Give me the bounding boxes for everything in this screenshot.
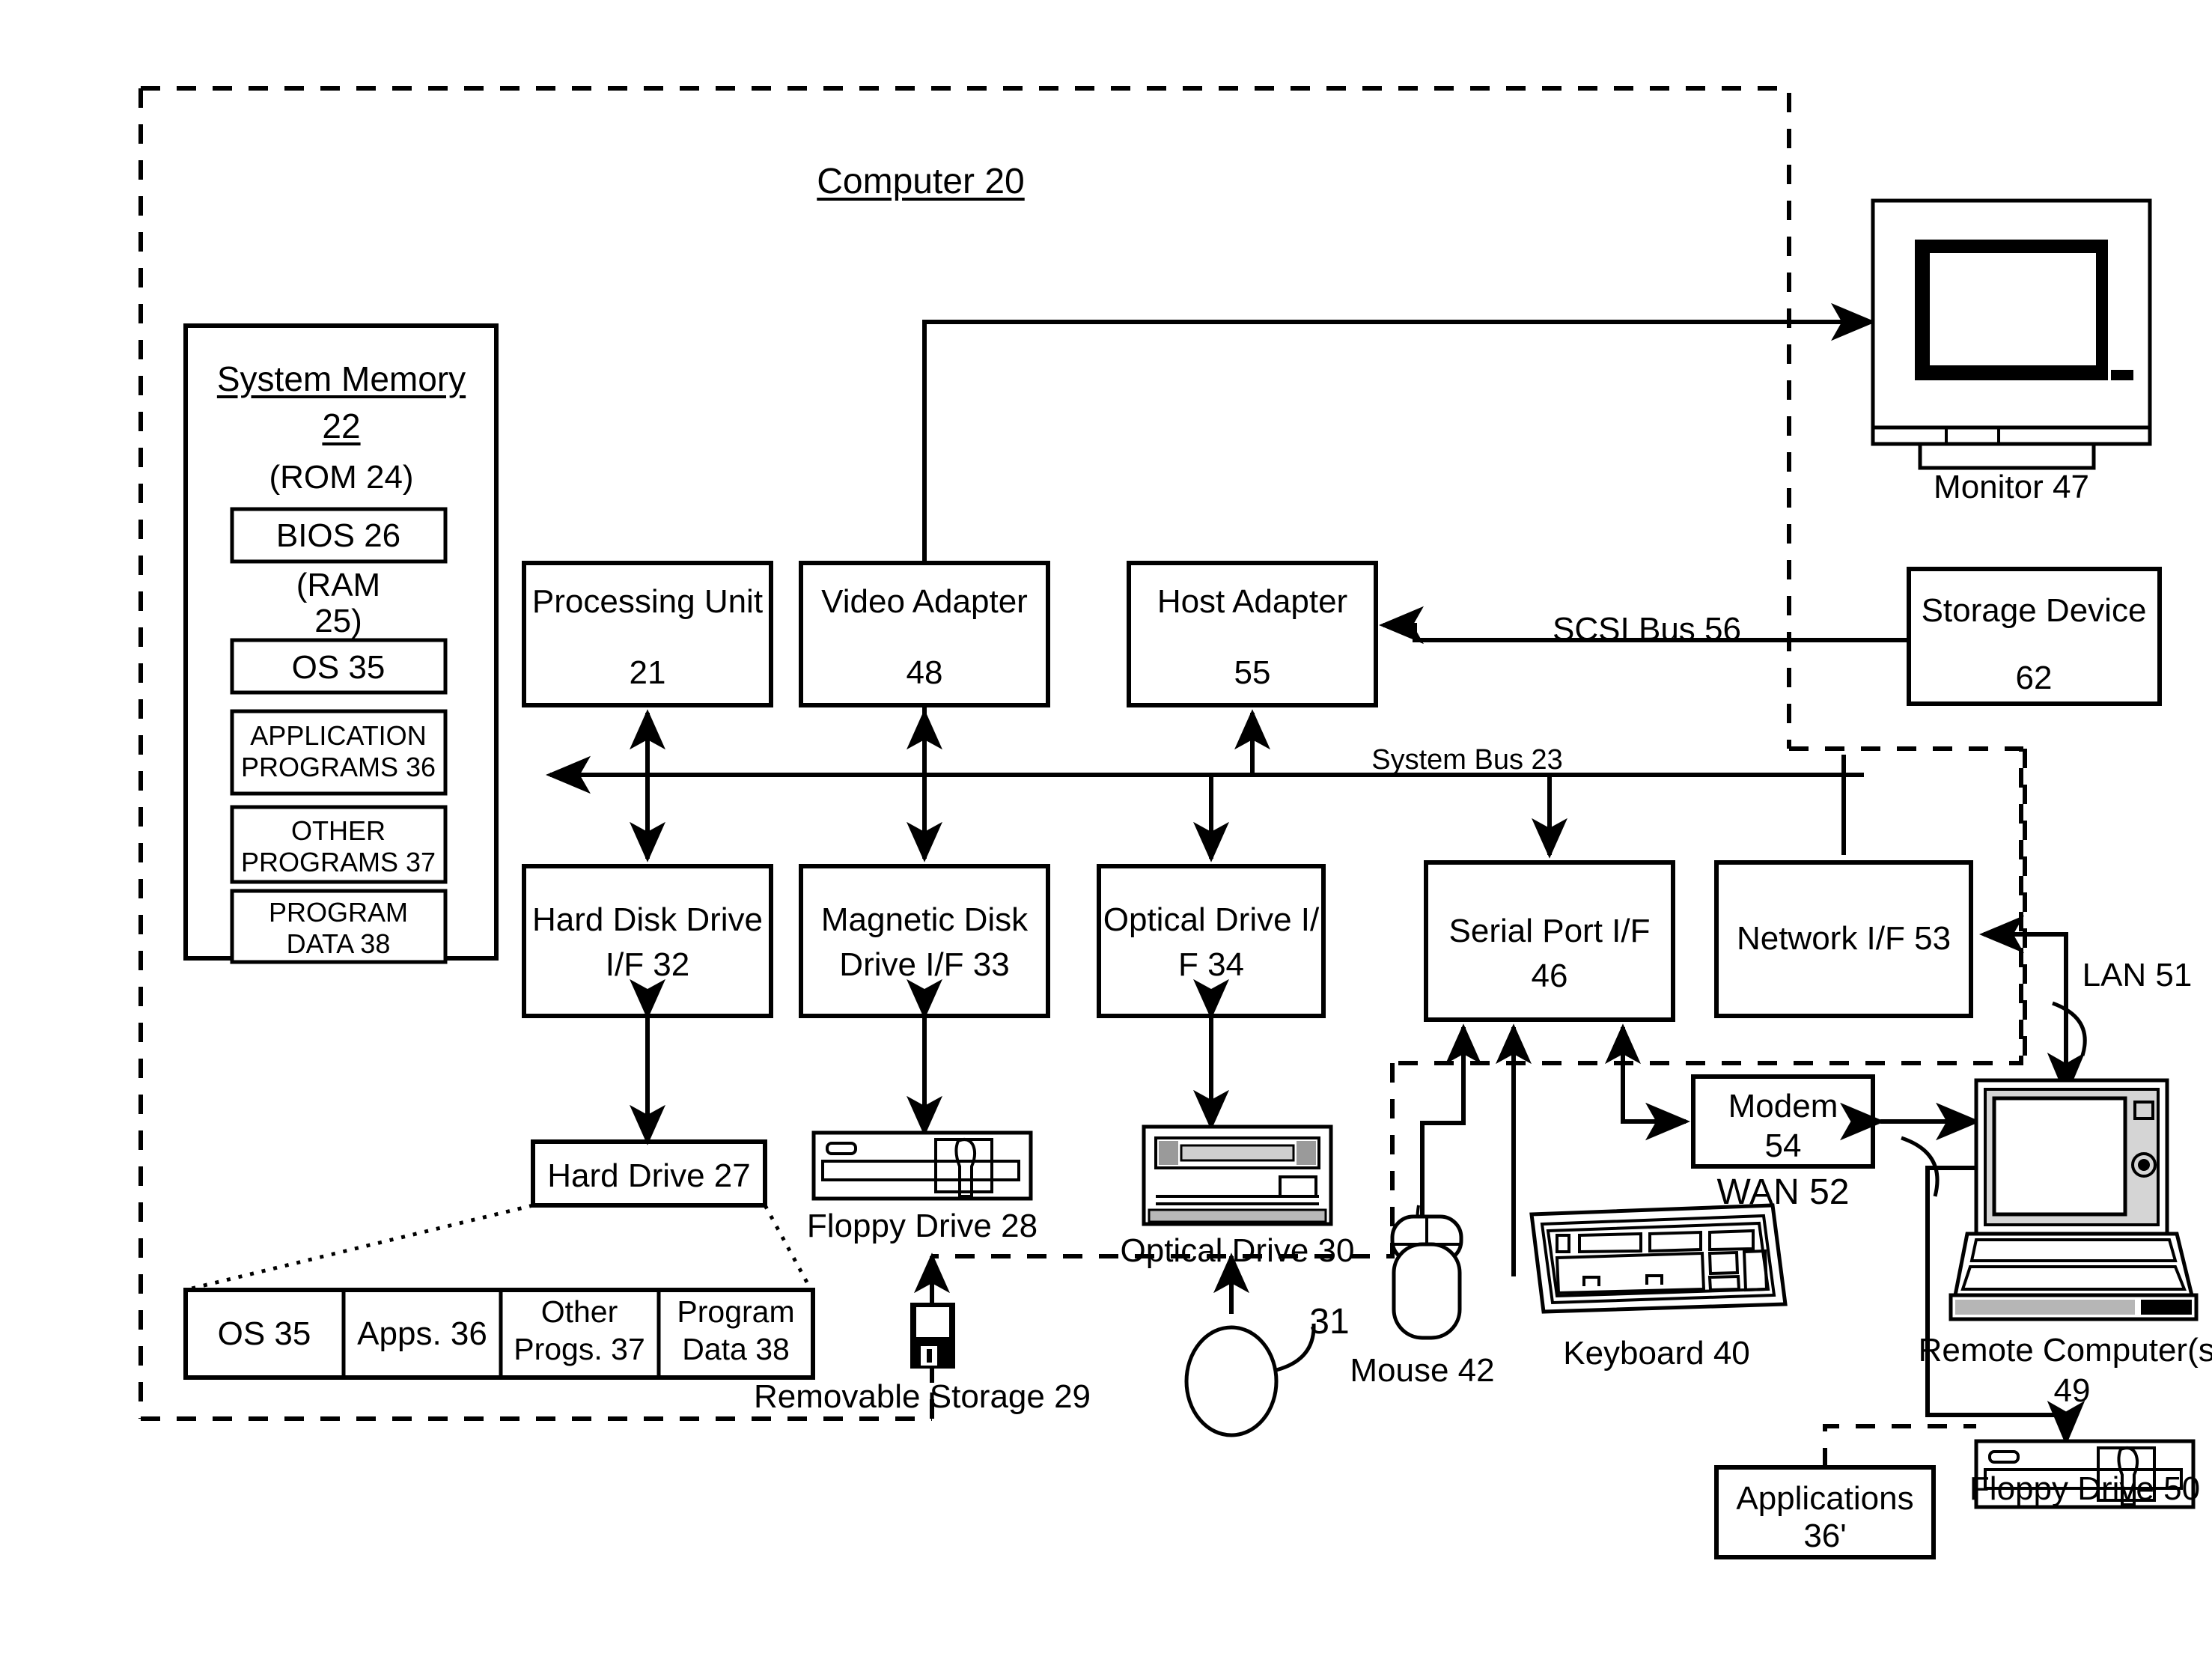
serial-port-if-number: 46: [1531, 958, 1568, 994]
os-label: OS 35: [291, 649, 386, 686]
crt-monitor-icon: [1871, 198, 2152, 470]
magnetic-disk-drive-if-box: [799, 864, 1050, 1018]
mouse-label: Mouse 42: [1350, 1352, 1495, 1389]
callout-31-label: 31: [1309, 1302, 1350, 1342]
floppy-drive-50-label: Floppy Drive 50: [1969, 1470, 2201, 1507]
hard-drive-callout-right: [763, 1204, 813, 1291]
storage-device-name: Storage Device: [1921, 592, 2147, 629]
other-programs-label: OTHER PROGRAMS 37: [240, 815, 436, 877]
applications-remote-name: Applications: [1736, 1480, 1914, 1517]
callout-31-leader: [1276, 1323, 1316, 1372]
system-memory-title: System Memory: [216, 359, 466, 398]
rom-label: (ROM 24): [269, 459, 414, 496]
ram-label-line1: (RAM: [296, 567, 381, 603]
optical-drive-if-name: Optical Drive I/: [1103, 901, 1320, 938]
scsi-bus-label: SCSI Bus 56: [1553, 611, 1741, 648]
ram-label-line2: 25): [314, 603, 362, 639]
applications-remote-number: 36': [1803, 1518, 1847, 1554]
processing-unit-number: 21: [629, 654, 666, 691]
optical-drive-30-label: Optical Drive 30: [1120, 1232, 1355, 1269]
wan-label: WAN 52: [1716, 1172, 1850, 1212]
applications-36prime-link: [1823, 1424, 1976, 1467]
floppy-drive-28-label: Floppy Drive 28: [806, 1208, 1038, 1244]
lan-label: LAN 51: [2082, 957, 2193, 993]
hard-drive-label: Hard Drive 27: [547, 1157, 751, 1194]
modem-number: 54: [1764, 1127, 1802, 1164]
video-adapter-name: Video Adapter: [821, 583, 1028, 620]
network-if-name: Network I/F 53: [1736, 920, 1952, 957]
hard-disk-drive-if-name: Hard Disk Drive: [531, 901, 764, 938]
partition-cell-apps: Apps. 36: [357, 1315, 487, 1352]
program-data-label: PROGRAM DATA 38: [268, 897, 408, 959]
keyboard-icon: [1529, 1203, 1788, 1314]
laptop-icon: [1949, 1078, 2199, 1321]
optical-drive-icon: [1142, 1124, 1333, 1226]
diskette-icon: [910, 1303, 955, 1369]
hard-disk-drive-if-number: I/F 32: [605, 946, 690, 983]
modem-name: Modem: [1728, 1088, 1838, 1124]
circle-callout-icon: [1184, 1325, 1279, 1437]
patent-figure-canvas: Computer 20 System Memory 22 (ROM 24) BI…: [0, 0, 2212, 1671]
hard-drive-callout-left: [188, 1203, 534, 1291]
page-title: Computer 20: [817, 162, 1025, 201]
system-memory-number: 22: [322, 407, 361, 445]
lan-leader-curve: [2052, 1001, 2087, 1056]
processing-unit-name: Processing Unit: [531, 583, 764, 620]
monitor-label: Monitor 47: [1934, 469, 2089, 505]
floppy-drive-icon: [811, 1130, 1033, 1201]
system-bus-label: System Bus 23: [1371, 744, 1563, 776]
remote-computer-label-line1: Remote Computer(s): [1918, 1332, 2212, 1369]
magnetic-disk-drive-if-number: Drive I/F 33: [839, 946, 1010, 983]
keyboard-label: Keyboard 40: [1563, 1335, 1750, 1372]
arrow-serial-if-branch: [1605, 1023, 1686, 1124]
partition-cell-os: OS 35: [217, 1315, 311, 1352]
serial-port-if-name: Serial Port I/F: [1448, 913, 1651, 949]
partition-cell-other-line2: Progs. 37: [514, 1332, 645, 1366]
bios-label: BIOS 26: [275, 517, 401, 554]
arrow-video-to-monitor: [922, 302, 1876, 563]
magnetic-disk-drive-if-name: Magnetic Disk: [820, 901, 1029, 938]
remote-computer-label-line2: 49: [2053, 1372, 2091, 1409]
storage-device-number: 62: [2015, 660, 2053, 696]
mouse-icon: [1390, 1205, 1463, 1340]
partition-cell-other-line1: Other: [540, 1294, 618, 1329]
optical-drive-if-number: F 34: [1177, 946, 1245, 983]
application-programs-label: APPLICATION PROGRAMS 36: [240, 720, 436, 782]
host-adapter-number: 55: [1234, 654, 1271, 691]
removable-storage-label: Removable Storage 29: [753, 1378, 1091, 1415]
partition-cell-progdata-line1: Program: [677, 1294, 795, 1329]
hard-disk-drive-if-box: [522, 864, 773, 1018]
host-adapter-name: Host Adapter: [1157, 583, 1348, 620]
partition-cell-progdata-line2: Data 38: [682, 1332, 790, 1366]
optical-drive-if-box: [1097, 864, 1326, 1018]
video-adapter-number: 48: [906, 654, 943, 691]
